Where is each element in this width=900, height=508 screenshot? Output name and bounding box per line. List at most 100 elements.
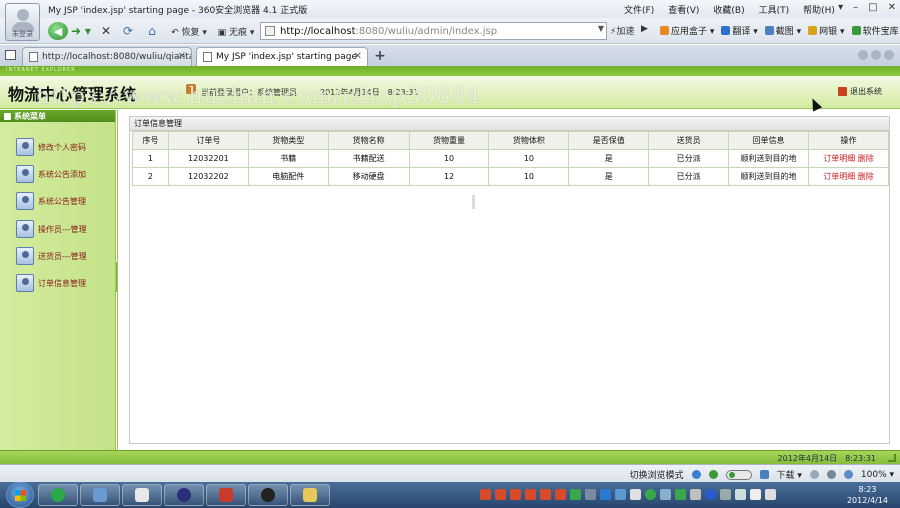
menu-item-order-manage[interactable]: 订单信息管理 xyxy=(16,274,86,292)
page-icon xyxy=(265,26,275,36)
menu-help[interactable]: 帮助(H) xyxy=(803,3,835,16)
qq-tray-icon[interactable] xyxy=(495,489,506,500)
maximize-button[interactable]: □ xyxy=(868,2,877,13)
browser-title-bar: 未登录 My JSP 'index.jsp' starting page - 3… xyxy=(0,0,900,41)
page-icon[interactable] xyxy=(809,470,819,479)
screenshot-button[interactable]: 截图 ▾ xyxy=(764,24,801,37)
tab-prev-icon[interactable] xyxy=(858,50,868,60)
refresh-button[interactable]: ⟳ xyxy=(120,22,136,40)
address-bar[interactable]: http://localhost :8080/wuliu/admin/index… xyxy=(260,22,607,40)
shield-icon[interactable] xyxy=(600,489,611,500)
qq-tray-icon[interactable] xyxy=(555,489,566,500)
translate-label: 翻译 ▾ xyxy=(732,27,758,37)
qq-tray-icon[interactable] xyxy=(480,489,491,500)
logout-button[interactable]: 退出系统 xyxy=(838,86,882,97)
taskbar-app-360browser[interactable] xyxy=(38,484,78,506)
online-bank-button[interactable]: 网银 ▾ xyxy=(808,24,845,37)
stop-button[interactable]: ✕ xyxy=(98,22,114,40)
restore-button[interactable]: ↶ 恢复 ▾ xyxy=(167,22,211,40)
resize-grip-icon[interactable] xyxy=(888,454,896,462)
app-header: 物流中心管理系统 当前登录用户：系统管理员 2012年4月14日 8:23:31… xyxy=(0,76,900,109)
menu-item-add-notice[interactable]: 系统公告添加 xyxy=(16,165,86,183)
chart-icon[interactable] xyxy=(660,489,671,500)
security-icon[interactable] xyxy=(675,489,686,500)
address-dropdown-icon[interactable]: ▼ xyxy=(598,24,604,33)
qq-tray-icon[interactable] xyxy=(510,489,521,500)
download-button[interactable]: 下载 ▾ xyxy=(777,468,802,481)
menu-file[interactable]: 文件(F) xyxy=(624,3,654,16)
shield-icon[interactable] xyxy=(708,470,718,479)
accelerate-button[interactable]: ⚡加速 xyxy=(610,24,634,37)
taskbar-app-eclipse[interactable] xyxy=(164,484,204,506)
qq-tray-icon[interactable] xyxy=(540,489,551,500)
zoom-level[interactable]: 100% ▾ xyxy=(861,470,894,480)
tab-close-icon[interactable]: ✕ xyxy=(178,51,186,62)
minimize-button[interactable]: – xyxy=(853,2,858,13)
tab-close-icon[interactable]: ✕ xyxy=(354,51,362,62)
home-button[interactable]: ⌂ xyxy=(144,22,160,40)
menu-favorites[interactable]: 收藏(B) xyxy=(713,3,744,16)
volume-icon[interactable] xyxy=(765,489,776,500)
taskbar-app-toolbox[interactable] xyxy=(206,484,246,506)
display-icon[interactable] xyxy=(735,489,746,500)
logout-icon xyxy=(838,87,847,96)
menu-item-courier-manage[interactable]: 送货员---管理 xyxy=(16,247,87,265)
tab-index-jsp[interactable]: My JSP 'index.jsp' starting page ✕ xyxy=(196,47,368,66)
private-mode-button[interactable]: ▣ 无痕 ▾ xyxy=(216,22,256,40)
new-tab-button[interactable]: + xyxy=(372,48,388,64)
sidebar-toggle-icon[interactable] xyxy=(5,50,16,60)
window-title: My JSP 'index.jsp' starting page - 360安全… xyxy=(48,6,308,16)
current-user: 当前登录用户：系统管理员 xyxy=(201,88,297,97)
user-avatar[interactable]: 未登录 xyxy=(5,3,40,41)
go-button[interactable]: ▶ xyxy=(641,24,648,34)
brand-line: INTERNET EXPLORER xyxy=(6,67,76,73)
qq-tray-icon[interactable] xyxy=(525,489,536,500)
close-button[interactable]: ✕ xyxy=(888,2,896,13)
tab-qiantai[interactable]: http://localhost:8080/wuliu/qiantai/... … xyxy=(22,47,192,66)
skin-icon[interactable]: ▾ xyxy=(838,2,843,13)
taskbar-app-notepad[interactable] xyxy=(122,484,162,506)
order-detail-link[interactable]: 订单明细 xyxy=(823,154,855,163)
tab-page-icon xyxy=(29,52,38,62)
bluetooth-icon[interactable] xyxy=(705,489,716,500)
taskbar-app-qq[interactable] xyxy=(248,484,288,506)
order-detail-link[interactable]: 订单明细 xyxy=(823,172,855,181)
menu-item-manage-notice[interactable]: 系统公告管理 xyxy=(16,192,86,210)
taskbar-app-explorer[interactable] xyxy=(290,484,330,506)
menu-tools[interactable]: 工具(T) xyxy=(759,3,790,16)
gear-icon[interactable] xyxy=(585,489,596,500)
forward-button[interactable]: ➜ ▾ xyxy=(70,22,92,40)
translate-button[interactable]: 翻译 ▾ xyxy=(721,24,758,37)
speed-toggle[interactable] xyxy=(725,469,752,480)
pen-icon[interactable] xyxy=(690,489,701,500)
zoom-icon[interactable] xyxy=(843,470,853,479)
browser-extensions: 应用盒子 ▾ 翻译 ▾ 截图 ▾ 网银 ▾ 软件宝库 xyxy=(660,24,899,37)
tab-list-icon[interactable] xyxy=(884,50,894,60)
flag-icon[interactable] xyxy=(630,489,641,500)
window-controls: ▾ – □ ✕ xyxy=(838,2,896,13)
power-icon[interactable] xyxy=(750,489,761,500)
switch-mode-button[interactable]: 切换浏览模式 xyxy=(629,468,683,481)
calendar-icon[interactable] xyxy=(759,470,769,479)
user-card-icon xyxy=(16,274,34,292)
software-store-button[interactable]: 软件宝库 xyxy=(851,24,899,37)
menu-item-operator-manage[interactable]: 操作员---管理 xyxy=(16,220,87,238)
start-button[interactable] xyxy=(6,482,34,508)
menu-view[interactable]: 查看(V) xyxy=(668,3,699,16)
delete-link[interactable]: 删除 xyxy=(858,172,874,181)
menu-item-change-password[interactable]: 修改个人密码 xyxy=(16,138,86,156)
sync-icon[interactable] xyxy=(645,489,656,500)
panel-title: 订单信息管理 xyxy=(130,117,889,131)
globe-icon[interactable] xyxy=(691,470,701,479)
taskbar-app-image[interactable] xyxy=(80,484,120,506)
taskbar-clock[interactable]: 8:23 2012/4/14 xyxy=(847,484,888,506)
app-box-button[interactable]: 应用盒子 ▾ xyxy=(660,24,714,37)
speaker-icon[interactable] xyxy=(826,470,836,479)
monitor-icon[interactable] xyxy=(615,489,626,500)
delete-link[interactable]: 删除 xyxy=(858,154,874,163)
network-icon[interactable] xyxy=(570,489,581,500)
tab-next-icon[interactable] xyxy=(871,50,881,60)
col-no: 序号 xyxy=(132,131,169,150)
back-button[interactable]: ◀ xyxy=(48,22,68,40)
settings-icon[interactable] xyxy=(720,489,731,500)
